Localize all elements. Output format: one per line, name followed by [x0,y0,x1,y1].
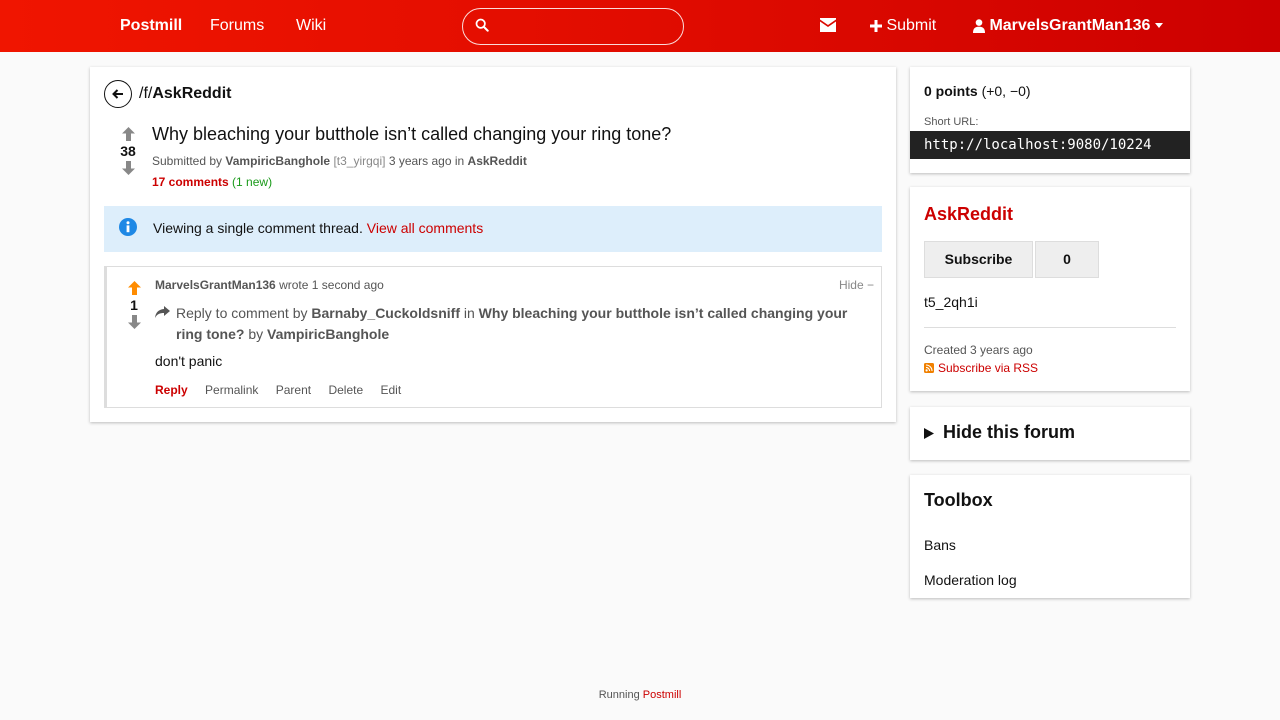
upvote-icon[interactable] [121,127,135,141]
subscriber-count: 0 [1035,241,1099,278]
toolbox-title: Toolbox [924,490,993,510]
footer: Running Postmill [0,689,1280,701]
downvote-icon[interactable] [127,315,141,329]
footer-prefix: Running [598,689,640,701]
new-comments-count: (1 new) [232,175,273,189]
points-detail: (+0, −0) [981,83,1031,99]
forum-card: AskReddit Subscribe 0 t5_2qh1i Created 3… [910,187,1190,391]
rss-label: Subscribe via RSS [938,361,1039,375]
toolbox-bans-link[interactable]: Bans [924,537,956,553]
post-score: 38 [120,143,136,159]
user-menu[interactable]: MarvelsGrantMan136 [973,0,1163,52]
sidebar-forum-name[interactable]: AskReddit [924,204,1013,225]
points-line: 0 points (+0, −0) [924,83,1031,99]
toolbox-modlog-link[interactable]: Moderation log [924,572,1017,588]
post-info-card: 0 points (+0, −0) Short URL: http://loca… [910,67,1190,173]
post-author-link[interactable]: VampiricBanghole [225,154,330,168]
comment-vote: 1 [122,281,146,329]
post-title[interactable]: Why bleaching your butthole isn’t called… [152,124,671,145]
reply-arrow-icon [155,306,170,318]
alert-text: Viewing a single comment thread. [153,220,363,236]
envelope-icon [820,18,836,32]
info-alert: Viewing a single comment thread. View al… [104,206,882,252]
reply-button[interactable]: Reply [155,383,188,397]
disclosure-triangle-icon [924,428,934,439]
forum-id: t5_2qh1i [924,294,978,310]
comment-body: don't panic [155,353,223,369]
comment: 1 MarvelsGrantMan136 wrote 1 second ago … [104,266,882,408]
comment-time: wrote 1 second ago [279,278,384,292]
comments-link[interactable]: 17 comments [152,175,229,189]
downvote-icon[interactable] [121,161,135,175]
user-icon [973,19,985,33]
search-box[interactable] [462,8,684,45]
submitted-by-label: Submitted by [152,154,223,168]
reply-in-label: in [463,305,475,321]
forum-breadcrumb[interactable]: /f/AskReddit [139,85,231,103]
toolbox-card: Toolbox Bans Moderation log [910,475,1190,598]
caret-down-icon [1154,23,1163,29]
delete-button[interactable]: Delete [328,383,363,397]
nav-wiki[interactable]: Wiki [296,0,326,52]
points-value: 0 points [924,83,978,99]
username-label: MarvelsGrantMan136 [989,17,1151,34]
forum-created: Created 3 years ago [924,343,1033,357]
short-url-label: Short URL: [924,116,979,128]
brand-link[interactable]: Postmill [120,0,182,52]
post-comments: 17 comments (1 new) [152,175,272,189]
post-meta: Submitted by VampiricBanghole [t3_yirgqi… [152,154,527,168]
info-icon [119,218,137,236]
parent-link[interactable]: Parent [276,383,311,397]
comment-header: MarvelsGrantMan136 wrote 1 second ago [155,278,384,292]
rss-link[interactable]: Subscribe via RSS [924,361,1038,375]
arrow-left-icon [112,89,123,99]
post-vote: 38 [116,127,140,175]
forum-prefix: /f/ [139,85,153,102]
thread-author-link[interactable]: VampiricBanghole [267,326,389,342]
hide-forum-label: Hide this forum [943,422,1076,442]
comment-actions: Reply Permalink Parent Delete Edit [155,383,415,397]
back-button[interactable] [104,80,132,108]
author-flair: [t3_yirgqi] [333,154,386,168]
hide-forum-card[interactable]: Hide this forum [910,407,1190,460]
rss-icon [924,363,934,373]
comment-author-link[interactable]: MarvelsGrantMan136 [155,278,276,292]
upvote-icon[interactable] [127,281,141,295]
hide-comment-toggle[interactable]: Hide − [839,278,874,292]
short-url[interactable]: http://localhost:9080/10224 [910,131,1190,159]
post-time: 3 years ago in [388,154,465,168]
permalink-link[interactable]: Permalink [205,383,258,397]
view-all-comments-link[interactable]: View all comments [367,220,483,236]
parent-author-link[interactable]: Barnaby_Cuckoldsniff [311,305,460,321]
edit-button[interactable]: Edit [380,383,401,397]
reply-context: Reply to comment by Barnaby_Cuckoldsniff… [155,303,855,345]
footer-postmill-link[interactable]: Postmill [643,689,682,701]
divider [924,327,1176,328]
plus-icon [870,19,882,32]
top-navbar: Postmill Forums Wiki Submit MarvelsGrant… [0,0,1280,52]
search-icon [475,18,489,32]
post-forum-link[interactable]: AskReddit [468,154,527,168]
post-card: /f/AskReddit 38 Why bleaching your butth… [90,67,896,422]
reply-prefix: Reply to comment by [176,305,308,321]
comment-score: 1 [130,297,138,313]
messages-link[interactable] [820,0,836,52]
nav-forums[interactable]: Forums [210,0,264,52]
submit-label: Submit [886,17,937,34]
search-input[interactable] [497,15,673,39]
submit-link[interactable]: Submit [870,0,936,52]
subscribe-button[interactable]: Subscribe [924,241,1033,278]
forum-name: AskReddit [152,85,232,102]
reply-by-label: by [248,326,264,342]
